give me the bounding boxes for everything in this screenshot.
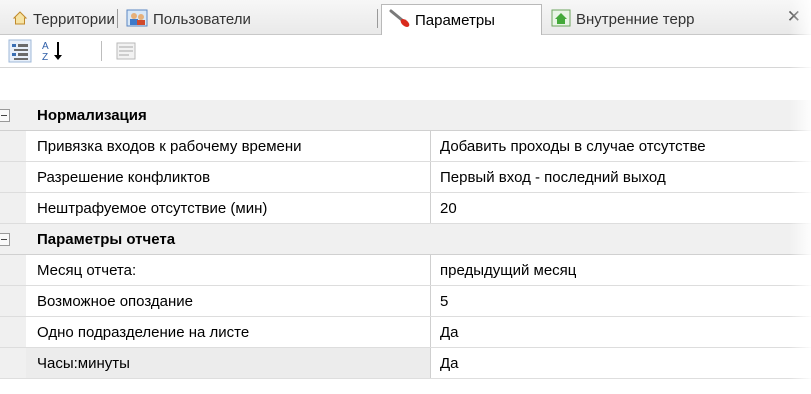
- users-icon: [126, 9, 148, 31]
- property-name: Привязка входов к рабочему времени: [26, 131, 431, 161]
- property-value[interactable]: Да: [431, 317, 811, 347]
- property-toolbar: A Z: [0, 35, 811, 68]
- property-value[interactable]: Добавить проходы в случае отсутстве: [431, 131, 811, 161]
- tab-internal-territories[interactable]: Внутренние терр: [545, 6, 695, 33]
- row-gutter: [0, 317, 26, 347]
- row-gutter: [0, 131, 26, 161]
- tab-label: Территории: [33, 11, 115, 28]
- property-row[interactable]: Месяц отчета: предыдущий месяц: [0, 255, 811, 286]
- property-row[interactable]: Одно подразделение на листе Да: [0, 317, 811, 348]
- edge-fade: [0, 378, 811, 394]
- property-row[interactable]: Привязка входов к рабочему времени Добав…: [0, 131, 811, 162]
- tab-bar: Территории Пользователи Параметры Внутре…: [0, 0, 811, 35]
- row-gutter: [0, 255, 26, 285]
- category-normalization[interactable]: Нормализация: [0, 100, 811, 131]
- property-value[interactable]: 20: [431, 193, 811, 223]
- property-value[interactable]: 5: [431, 286, 811, 316]
- category-title: Нормализация: [37, 106, 147, 124]
- home-icon: [12, 10, 28, 30]
- property-row[interactable]: Нештрафуемое отсутствие (мин) 20: [0, 193, 811, 224]
- row-gutter: [0, 193, 26, 223]
- property-row[interactable]: Возможное опоздание 5: [0, 286, 811, 317]
- row-gutter: [0, 286, 26, 316]
- svg-text:Z: Z: [42, 52, 48, 63]
- sort-az-icon[interactable]: A Z: [40, 39, 70, 63]
- collapse-icon[interactable]: [0, 233, 10, 246]
- property-name: Часы:минуты: [26, 348, 431, 378]
- tab-territories[interactable]: Территории: [6, 6, 115, 33]
- property-name: Разрешение конфликтов: [26, 162, 431, 192]
- collapse-icon[interactable]: [0, 109, 10, 122]
- property-value[interactable]: Первый вход - последний выход: [431, 162, 811, 192]
- brush-icon: [388, 8, 410, 32]
- categorized-view-icon[interactable]: [8, 39, 32, 63]
- svg-text:A: A: [42, 41, 49, 52]
- toolbar-separator: [101, 41, 102, 61]
- property-name: Месяц отчета:: [26, 255, 431, 285]
- property-name: Возможное опоздание: [26, 286, 431, 316]
- tab-separator: [117, 9, 118, 28]
- tab-separator: [377, 9, 378, 28]
- tab-parameters[interactable]: Параметры: [381, 4, 542, 35]
- property-name: Одно подразделение на листе: [26, 317, 431, 347]
- tab-users[interactable]: Пользователи: [120, 6, 251, 33]
- property-value[interactable]: предыдущий месяц: [431, 255, 811, 285]
- property-name: Нештрафуемое отсутствие (мин): [26, 193, 431, 223]
- edge-fade: [789, 0, 811, 394]
- tab-label: Внутренние терр: [576, 11, 695, 28]
- category-report-parameters[interactable]: Параметры отчета: [0, 224, 811, 255]
- property-row[interactable]: Часы:минуты Да: [0, 348, 811, 379]
- tab-label: Пользователи: [153, 11, 251, 28]
- category-title: Параметры отчета: [37, 230, 176, 248]
- property-pages-icon[interactable]: [114, 39, 138, 63]
- tab-label: Параметры: [415, 11, 495, 29]
- property-row[interactable]: Разрешение конфликтов Первый вход - посл…: [0, 162, 811, 193]
- property-value[interactable]: Да: [431, 348, 811, 378]
- row-gutter: [0, 162, 26, 192]
- home-green-icon: [551, 9, 571, 31]
- row-gutter: [0, 348, 26, 378]
